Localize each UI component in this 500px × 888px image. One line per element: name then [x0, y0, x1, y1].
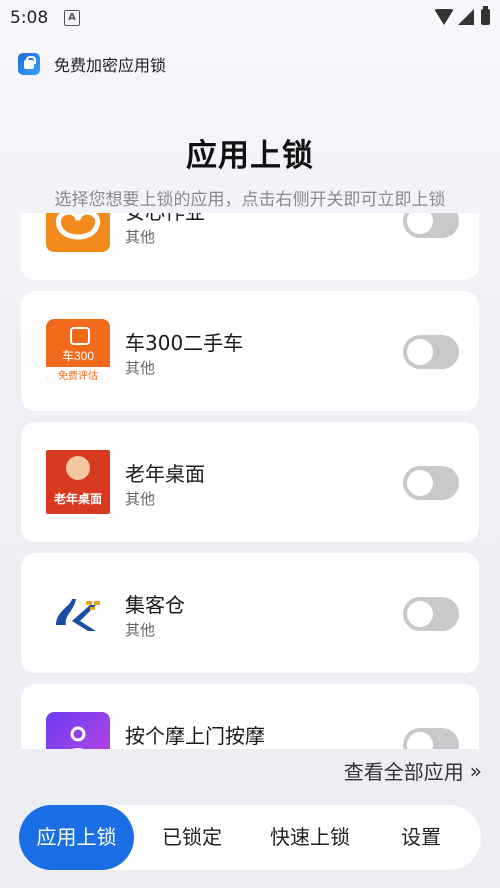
system-icons	[434, 6, 490, 25]
jikecang-app-icon	[46, 581, 110, 645]
toggle-knob	[407, 601, 433, 627]
app-title: 免费加密应用锁	[54, 56, 167, 75]
tab-settings[interactable]: 设置	[371, 805, 471, 870]
page-subtitle: 选择您想要上锁的应用，点击右侧开关即可立即上锁	[54, 190, 446, 210]
battery-icon	[481, 6, 490, 25]
toggle-knob	[407, 732, 433, 749]
wifi-icon	[434, 9, 454, 25]
view-all-apps-link[interactable]: 查看全部应用 »	[344, 756, 482, 785]
toggle-knob	[407, 470, 433, 496]
view-all-label: 查看全部应用	[343, 760, 464, 784]
lock-toggle[interactable]	[403, 213, 459, 238]
toggle-knob	[407, 213, 433, 234]
app-list[interactable]: 安心作业 其他 车300 免费评估 车300二手车 其他 老年桌面 老年桌面 其…	[0, 213, 500, 749]
app-name: 按个摩上门按摩	[125, 724, 265, 748]
tab-quick-lock[interactable]: 快速上锁	[251, 805, 369, 870]
status-bar: 5:08 A	[0, 0, 500, 34]
notification-icon: A	[64, 10, 80, 26]
app-card: 集客仓 其他	[21, 553, 479, 673]
app-card: 按个摩上门按摩 其他	[21, 684, 479, 749]
cellular-signal-icon	[458, 9, 474, 25]
lock-toggle[interactable]	[403, 597, 459, 631]
lock-toggle[interactable]	[403, 466, 459, 500]
laonian-desktop-app-icon: 老年桌面	[46, 450, 110, 514]
anxin-app-icon	[46, 213, 110, 252]
app-category: 其他	[125, 228, 156, 246]
bottom-tab-bar: 应用上锁 已锁定 快速上锁 设置	[19, 805, 481, 870]
lock-toggle[interactable]	[403, 728, 459, 749]
app-category: 其他	[125, 621, 156, 639]
status-time: 5:08	[10, 8, 49, 28]
icon-label: 老年桌面	[53, 492, 102, 506]
app-category: 其他	[125, 490, 156, 508]
page-title: 应用上锁	[186, 138, 314, 174]
app-card: 老年桌面 老年桌面 其他	[21, 422, 479, 542]
app-name: 老年桌面	[125, 462, 205, 486]
lock-toggle[interactable]	[403, 335, 459, 369]
tab-app-lock[interactable]: 应用上锁	[19, 805, 134, 870]
icon-sublabel: 免费评估	[58, 371, 98, 382]
app-name: 集客仓	[125, 593, 185, 617]
tab-locked[interactable]: 已锁定	[137, 805, 247, 870]
app-card: 车300 免费评估 车300二手车 其他	[21, 291, 479, 411]
app-name: 车300二手车	[125, 331, 244, 355]
app-bar: 免费加密应用锁	[18, 52, 166, 76]
app-lock-logo-icon	[18, 53, 40, 75]
che300-app-icon: 车300 免费评估	[46, 319, 110, 383]
app-name: 安心作业	[125, 213, 205, 225]
massage-app-icon	[46, 712, 110, 749]
toggle-knob	[407, 339, 433, 365]
double-chevron-right-icon: »	[469, 758, 482, 783]
app-card: 安心作业 其他	[21, 213, 479, 280]
icon-label: 车300	[61, 349, 95, 363]
app-category: 其他	[125, 359, 156, 377]
